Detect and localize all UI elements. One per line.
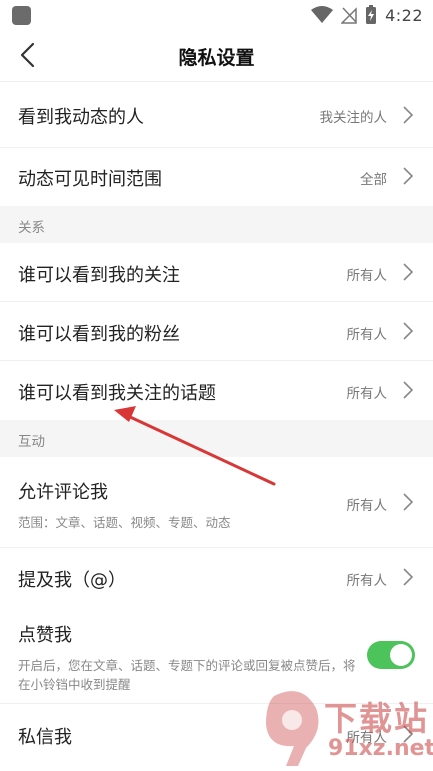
- allow-comment-row[interactable]: 允许评论我 范围：文章、话题、视频、专题、动态 所有人: [0, 457, 433, 548]
- row-label: 谁可以看到我的粉丝: [18, 324, 180, 345]
- row-label: 谁可以看到我关注的话题: [18, 383, 216, 404]
- no-signal-icon: [341, 7, 357, 24]
- status-time: 4:22: [385, 5, 423, 25]
- watermark-url: 91xz.net: [328, 736, 433, 761]
- who-see-fans-row[interactable]: 谁可以看到我的粉丝 所有人: [0, 302, 433, 361]
- row-value: 所有人: [346, 327, 388, 343]
- toggle-knob: [390, 644, 412, 666]
- row-label: 动态可见时间范围: [18, 169, 162, 190]
- chevron-right-icon: [403, 322, 414, 340]
- row-value: 所有人: [346, 268, 388, 284]
- row-label: 谁可以看到我的关注: [18, 265, 180, 286]
- battery-charging-icon: [366, 5, 377, 24]
- section-label: 互动: [18, 434, 45, 450]
- dynamic-time-range-row[interactable]: 动态可见时间范围 全部: [0, 148, 433, 206]
- status-icons: 4:22: [311, 4, 423, 26]
- who-see-follows-row[interactable]: 谁可以看到我的关注 所有人: [0, 243, 433, 302]
- row-value: 所有人: [346, 386, 388, 402]
- row-label: 提及我（@）: [18, 570, 126, 591]
- row-label: 看到我动态的人: [18, 107, 144, 128]
- chevron-right-icon: [403, 106, 414, 124]
- chevron-right-icon: [403, 167, 414, 185]
- nav-bar: 隐私设置: [0, 30, 433, 82]
- watermark: 下载站 91xz.net: [262, 688, 433, 771]
- chevron-right-icon: [403, 381, 414, 399]
- row-description: 范围：文章、话题、视频、专题、动态: [18, 515, 231, 530]
- who-see-topics-row[interactable]: 谁可以看到我关注的话题 所有人: [0, 361, 433, 420]
- dynamic-viewers-row[interactable]: 看到我动态的人 我关注的人: [0, 82, 433, 148]
- section-label: 关系: [18, 220, 45, 236]
- section-relations: 关系: [0, 206, 433, 243]
- row-label: 点赞我: [18, 625, 72, 646]
- row-value: 所有人: [346, 573, 388, 589]
- chevron-right-icon: [403, 568, 414, 586]
- row-value: 所有人: [346, 498, 388, 514]
- like-me-toggle[interactable]: [367, 641, 415, 669]
- row-label: 私信我: [18, 727, 72, 748]
- mention-me-row[interactable]: 提及我（@） 所有人: [0, 548, 433, 606]
- watermark-logo-icon: [266, 691, 319, 766]
- page-title: 隐私设置: [178, 47, 255, 69]
- row-label: 允许评论我: [18, 482, 108, 503]
- section-interaction: 互动: [0, 420, 433, 457]
- status-bar: 4:22: [0, 0, 433, 30]
- watermark-text: 下载站: [324, 699, 429, 738]
- row-value: 全部: [360, 172, 387, 188]
- chevron-right-icon: [403, 493, 414, 511]
- notification-icon: [12, 6, 31, 25]
- chevron-right-icon: [403, 263, 414, 281]
- wifi-icon: [311, 6, 334, 23]
- row-value: 我关注的人: [319, 110, 388, 126]
